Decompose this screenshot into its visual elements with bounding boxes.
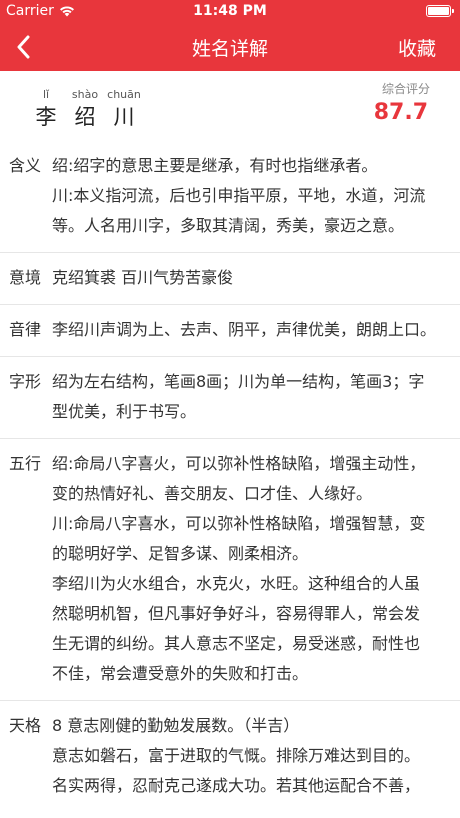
navigation-bar: 姓名详解 收藏	[0, 22, 460, 71]
text-line: 型优美，利于书写。	[52, 402, 197, 421]
section-label: 五行	[9, 454, 42, 473]
battery-icon	[426, 5, 454, 17]
text-line: 8 意志刚健的勤勉发展数。（半吉）	[52, 716, 300, 735]
name-characters: lǐ 李 shào 绍 chuān 川	[28, 87, 145, 131]
section-text: 绍:绍字的意思主要是继承，有时也指继承者。 川:本义指河流，后也引申指平原，平地…	[52, 151, 446, 241]
text-line: 的聪明好学、足智多谋、刚柔相济。	[52, 544, 309, 563]
section-label: 字形	[9, 372, 42, 391]
name-char: chuān 川	[106, 87, 142, 131]
name-char: shào 绍	[67, 87, 103, 131]
section-text: 8 意志刚健的勤勉发展数。（半吉） 意志如磐石，富于进取的气慨。排除万难达到目的…	[52, 711, 446, 801]
header: Carrier 11:48 PM 姓名详解 收藏	[0, 0, 460, 71]
text-line: 川:本义指河流，后也引申指平原，平地，水道，河流	[52, 186, 426, 205]
hanzi: 绍	[74, 105, 96, 129]
hanzi: 李	[35, 105, 57, 129]
section-glyph-form: 字形 绍为左右结构，笔画8画；川为单一结构，笔画3；字 型优美，利于书写。	[0, 356, 460, 438]
score-label: 综合评分	[381, 82, 430, 96]
section-label: 意境	[9, 268, 42, 287]
text-line: 川:命局八字喜水，可以弥补性格缺陷，增强智慧，变	[52, 514, 426, 533]
section-meaning: 含义 绍:绍字的意思主要是继承，有时也指继承者。 川:本义指河流，后也引申指平原…	[0, 141, 460, 252]
text-line: 李绍川为火水组合，水克火，水旺。这种组合的人虽	[52, 574, 421, 593]
pinyin: lǐ	[42, 88, 50, 101]
section-artistic-conception: 意境 克绍箕裘 百川气势苦豪俊	[0, 252, 460, 304]
text-line: 绍:绍字的意思主要是继承，有时也指继承者。	[52, 156, 378, 175]
section-heaven-grid: 天格 8 意志刚健的勤勉发展数。（半吉） 意志如磐石，富于进取的气慨。排除万难达…	[0, 700, 460, 812]
section-label: 含义	[9, 156, 42, 175]
text-line: 绍为左右结构，笔画8画；川为单一结构，笔画3；字	[52, 372, 425, 391]
text-line: 变的热情好礼、善交朋友、口才佳、人缘好。	[52, 484, 373, 503]
section-label: 音律	[9, 320, 42, 339]
name-card: lǐ 李 shào 绍 chuān 川 综合评分 87.7	[0, 71, 460, 141]
status-bar: Carrier 11:48 PM	[0, 0, 460, 22]
pinyin: chuān	[107, 88, 141, 101]
status-time: 11:48 PM	[193, 3, 267, 19]
section-text: 绍为左右结构，笔画8画；川为单一结构，笔画3；字 型优美，利于书写。	[52, 367, 446, 427]
text-line: 不佳，常会遭受意外的失败和打击。	[52, 664, 309, 683]
section-five-elements: 五行 绍:命局八字喜火，可以弥补性格缺陷，增强主动性， 变的热情好礼、善交朋友、…	[0, 438, 460, 700]
text-line: 生无谓的纠纷。其人意志不坚定，易受迷惑，耐性也	[52, 634, 421, 653]
section-text: 李绍川声调为上、去声、阴平，声律优美，朗朗上口。	[52, 315, 446, 345]
page-title: 姓名详解	[191, 38, 268, 60]
text-line: 等。人名用川字，多取其清阔，秀美，豪迈之意。	[52, 216, 405, 235]
pinyin: shào	[71, 88, 99, 101]
section-rhythm: 音律 李绍川声调为上、去声、阴平，声律优美，朗朗上口。	[0, 304, 460, 356]
text-line: 绍:命局八字喜火，可以弥补性格缺陷，增强主动性，	[52, 454, 426, 473]
text-line: 然聪明机智，但凡事好争好斗，容易得罪人，常会发	[52, 604, 421, 623]
section-label: 天格	[9, 716, 42, 735]
section-text: 克绍箕裘 百川气势苦豪俊	[52, 263, 446, 293]
text-line: 意志如磐石，富于进取的气慨。排除万难达到目的。	[52, 746, 421, 765]
score-value: 87.7	[373, 100, 428, 125]
detail-sections: 含义 绍:绍字的意思主要是继承，有时也指继承者。 川:本义指河流，后也引申指平原…	[0, 141, 460, 812]
text-line: 克绍箕裘 百川气势苦豪俊	[52, 268, 234, 287]
text-line: 名实两得，忍耐克己遂成大功。若其他运配合不善，	[52, 776, 421, 795]
hanzi: 川	[113, 105, 135, 129]
name-char: lǐ 李	[28, 87, 64, 131]
favorite-button[interactable]: 收藏	[398, 34, 436, 61]
text-line: 李绍川声调为上、去声、阴平，声律优美，朗朗上口。	[52, 320, 437, 339]
section-text: 绍:命局八字喜火，可以弥补性格缺陷，增强主动性， 变的热情好礼、善交朋友、口才佳…	[52, 449, 446, 689]
